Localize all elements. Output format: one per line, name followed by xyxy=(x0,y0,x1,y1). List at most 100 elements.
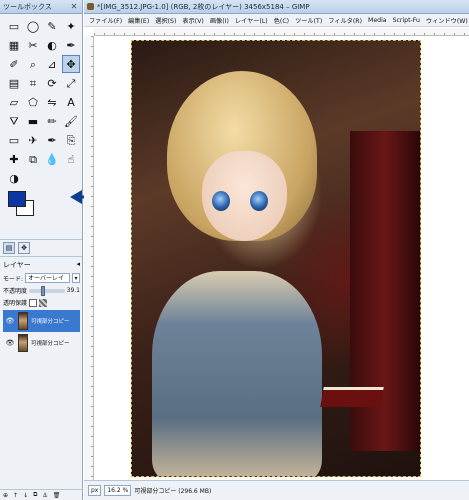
ellipse-select-icon[interactable]: ◯ xyxy=(24,17,42,35)
layer-row[interactable]: 👁 可視部分コピー xyxy=(3,332,80,354)
doll-eye-right xyxy=(250,191,268,211)
lower-layer-icon[interactable]: ↓ xyxy=(23,492,28,499)
panel-menu-icon[interactable]: ◂ xyxy=(76,260,80,270)
eye-icon[interactable]: 👁 xyxy=(5,339,15,347)
select-by-color-icon[interactable]: ▦ xyxy=(5,36,23,54)
menu-item[interactable]: 画像(I) xyxy=(207,16,232,25)
mode-select[interactable]: オーバーレイ xyxy=(25,273,70,283)
menu-item[interactable]: ファイル(F) xyxy=(86,16,125,25)
menu-item[interactable]: 表示(V) xyxy=(179,16,206,25)
new-layer-icon[interactable]: ⊕ xyxy=(3,492,8,499)
doll-eye-left xyxy=(212,191,230,211)
opacity-value[interactable]: 39.1 xyxy=(67,287,80,294)
fuzzy-select-icon[interactable]: ✦ xyxy=(62,17,80,35)
align-icon[interactable]: ▤ xyxy=(5,74,23,92)
zoom-icon[interactable]: ⌕ xyxy=(24,55,42,73)
toolbox-titlebar: ツールボックス ✕ xyxy=(0,0,82,14)
status-info: 可視部分コピー (296.6 MB) xyxy=(134,488,212,495)
ink-icon[interactable]: ✒ xyxy=(43,131,61,149)
shear-icon[interactable]: ▱ xyxy=(5,93,23,111)
eye-icon[interactable]: 👁 xyxy=(5,317,15,325)
move-icon[interactable]: ✥ xyxy=(62,55,80,73)
tool-grid: ▭ ◯ ✎ ✦ ▦ ✂ ◐ ✒ ✐ ⌕ ⊿ ✥ ▤ ⌗ ⟳ ⤢ ▱ ⬠ ⇋ A ⛛ ▬ ✏ 🖌 ▭ ✈ ✒ ⎘ ✚ ⧉ 💧 ☝ ◑ xyxy=(0,14,82,187)
clone-icon[interactable]: ⎘ xyxy=(62,131,80,149)
toolbox-title: ツールボックス xyxy=(3,2,52,11)
flip-icon[interactable]: ⇋ xyxy=(43,93,61,111)
menu-item[interactable]: 選択(S) xyxy=(152,16,179,25)
toolbox-window: ツールボックス ✕ ▭ ◯ ✎ ✦ ▦ ✂ ◐ ✒ ✐ ⌕ ⊿ ✥ ▤ ⌗ ⟳ ⤢ ▱ ⬠ ⇋ A ⛛ ▬ ✏ 🖌 ▭ ✈ ✒ ⎘ ✚ ⧉… xyxy=(0,0,83,500)
image-title: *[IMG_3512.JPG-1.0] (RGB, 2枚のレイヤー) 3456x… xyxy=(97,2,310,11)
menu-item[interactable]: フィルタ(R) xyxy=(325,16,365,25)
vertical-ruler[interactable] xyxy=(84,36,94,480)
lock-label: 透明保護 xyxy=(3,300,28,307)
close-icon[interactable]: ✕ xyxy=(69,2,79,12)
paths-icon[interactable]: ✒ xyxy=(62,36,80,54)
image-canvas[interactable] xyxy=(131,40,421,477)
layer-thumbnail xyxy=(18,334,28,352)
raise-layer-icon[interactable]: ↑ xyxy=(13,492,18,499)
free-select-icon[interactable]: ✎ xyxy=(43,17,61,35)
rotate-icon[interactable]: ⟳ xyxy=(43,74,61,92)
opacity-slider-knob[interactable] xyxy=(40,285,45,296)
color-picker-icon[interactable]: ✐ xyxy=(5,55,23,73)
bucket-fill-icon[interactable]: ⛛ xyxy=(5,112,23,130)
horizontal-ruler[interactable] xyxy=(94,28,469,36)
layer-thumbnail xyxy=(18,312,28,330)
opacity-slider[interactable] xyxy=(29,285,65,296)
lock-row: 透明保護 xyxy=(3,298,80,307)
mode-row: モード: オーバーレイ ▾ xyxy=(3,273,80,283)
text-icon[interactable]: A xyxy=(62,93,80,111)
layers-title: レイヤー xyxy=(3,261,31,269)
delete-layer-icon[interactable]: 🗑 xyxy=(53,492,61,499)
layer-list: 👁 可視部分コピー 👁 可視部分コピー xyxy=(3,310,80,354)
opacity-row: 不透明度 39.1 xyxy=(3,285,80,296)
canvas-area[interactable] xyxy=(94,36,469,480)
unit-select[interactable]: px xyxy=(88,485,102,496)
paintbrush-icon[interactable]: 🖌 xyxy=(62,112,80,130)
lock-alpha-checkbox[interactable] xyxy=(29,298,38,307)
pencil-icon[interactable]: ✏ xyxy=(43,112,61,130)
crop-icon[interactable]: ⌗ xyxy=(24,74,42,92)
dock-tabs: ▤ ✥ xyxy=(0,239,82,257)
menu-item[interactable]: レイヤー(L) xyxy=(232,16,271,25)
image-titlebar: *[IMG_3512.JPG-1.0] (RGB, 2枚のレイヤー) 3456x… xyxy=(84,0,469,14)
rect-select-icon[interactable]: ▭ xyxy=(5,17,23,35)
lock-pattern-icon xyxy=(39,298,48,307)
scale-icon[interactable]: ⤢ xyxy=(62,74,80,92)
image-window: *[IMG_3512.JPG-1.0] (RGB, 2枚のレイヤー) 3456x… xyxy=(84,0,469,500)
statusbar: px 16.2 % 可視部分コピー (296.6 MB) xyxy=(84,480,469,500)
layers-tab-icon[interactable]: ▤ xyxy=(3,242,15,254)
channels-tab-icon[interactable]: ✥ xyxy=(18,242,30,254)
dodge-burn-icon[interactable]: ◑ xyxy=(5,169,23,187)
blend-icon[interactable]: ▬ xyxy=(24,112,42,130)
menu-item[interactable]: 色(C) xyxy=(271,16,292,25)
foreground-color-swatch[interactable] xyxy=(8,191,26,207)
measure-icon[interactable]: ⊿ xyxy=(43,55,61,73)
menu-item[interactable]: ウィンドウ(W) xyxy=(423,16,469,25)
layer-name: 可視部分コピー xyxy=(31,319,70,325)
eraser-icon[interactable]: ▭ xyxy=(5,131,23,149)
menu-item[interactable]: Script-Fu xyxy=(390,17,423,24)
layers-panel: レイヤー ◂ モード: オーバーレイ ▾ 不透明度 39.1 透明保護 👁 可視部… xyxy=(0,257,82,354)
scissors-icon[interactable]: ✂ xyxy=(24,36,42,54)
mode-dropdown-icon[interactable]: ▾ xyxy=(72,273,80,283)
anchor-icon[interactable]: ⚓ xyxy=(42,492,47,499)
airbrush-icon[interactable]: ✈ xyxy=(24,131,42,149)
heal-icon[interactable]: ✚ xyxy=(5,150,23,168)
menu-item[interactable]: Media xyxy=(365,17,390,24)
zoom-select[interactable]: 16.2 % xyxy=(104,485,132,496)
foreground-select-icon[interactable]: ◐ xyxy=(43,36,61,54)
menu-item[interactable]: 編集(E) xyxy=(125,16,152,25)
blur-icon[interactable]: 💧 xyxy=(43,150,61,168)
perspective-clone-icon[interactable]: ⧉ xyxy=(24,150,42,168)
opacity-label: 不透明度 xyxy=(3,288,28,295)
menu-item[interactable]: ツール(T) xyxy=(292,16,325,25)
smudge-icon[interactable]: ☝ xyxy=(62,150,80,168)
duplicate-layer-icon[interactable]: ⧉ xyxy=(33,491,37,499)
perspective-icon[interactable]: ⬠ xyxy=(24,93,42,111)
layer-row[interactable]: 👁 可視部分コピー xyxy=(3,310,80,332)
small-book xyxy=(320,387,384,407)
layers-bottom-bar: ⊕ ↑ ↓ ⧉ ⚓ 🗑 xyxy=(0,489,83,500)
gimp-logo-icon xyxy=(87,3,94,10)
menubar: ファイル(F) 編集(E) 選択(S) 表示(V) 画像(I) レイヤー(L) 色(C) ツー… xyxy=(84,14,469,27)
